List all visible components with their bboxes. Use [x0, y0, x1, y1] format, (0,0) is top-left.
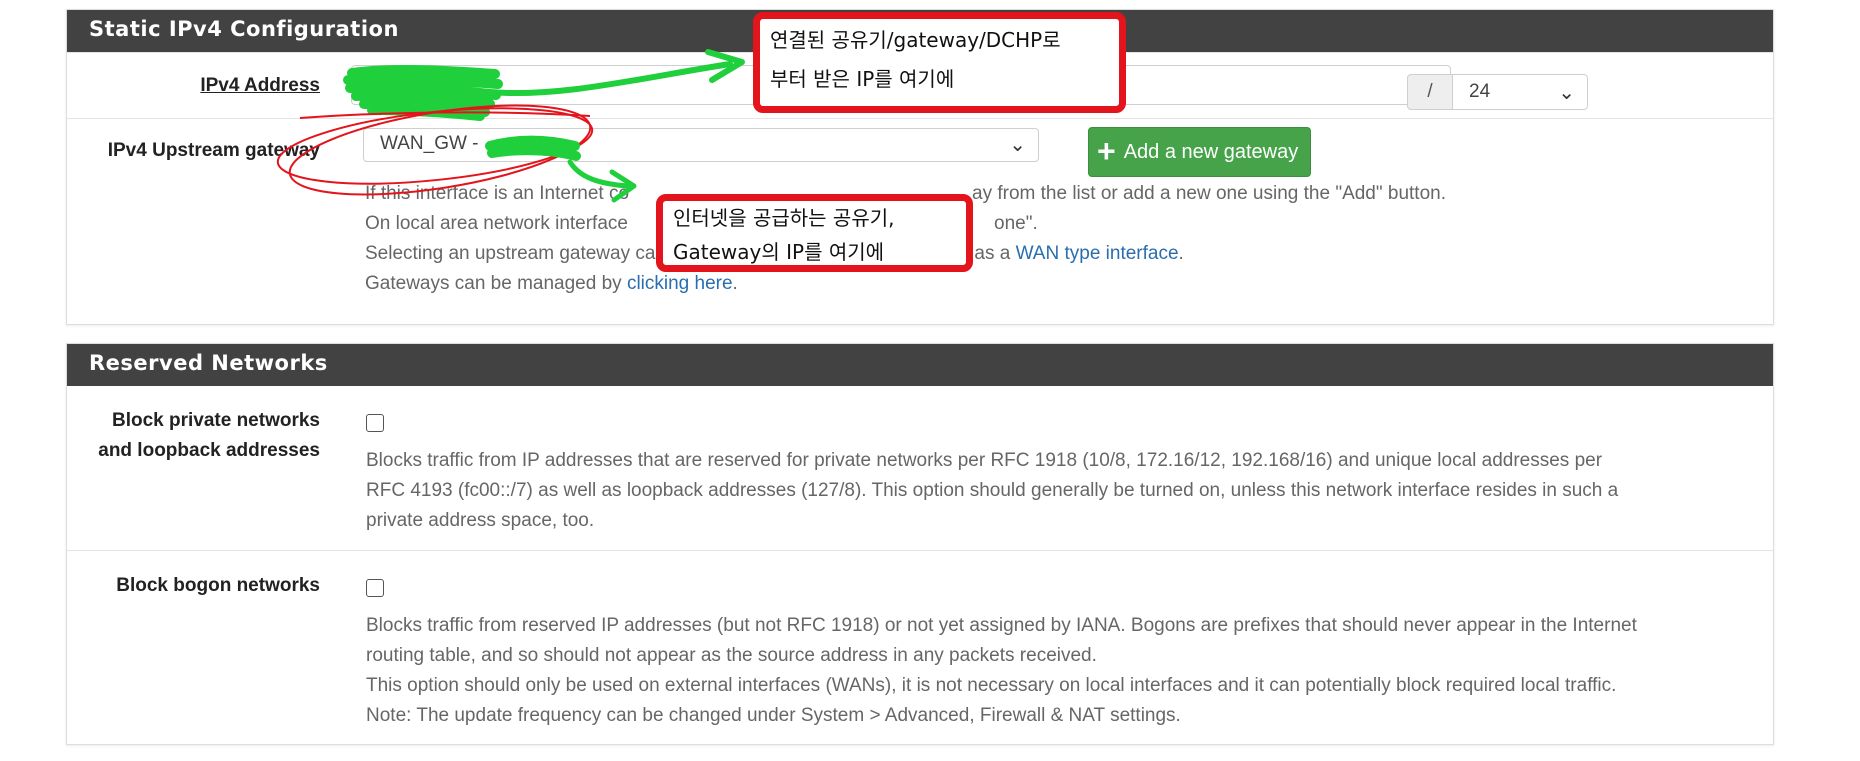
annotation-note-2-line1: 인터넷을 공급하는 공유기, [673, 206, 895, 230]
annotation-overlay [276, 49, 745, 203]
annotation-note-1-line2: 부터 받은 IP를 여기에 [770, 67, 955, 91]
annotation-note-2-line2: Gateway의 IP를 여기에 [673, 240, 885, 264]
annotation-note-1-line1: 연결된 공유기/gateway/DCHP로 [770, 28, 1061, 52]
annotation-arrow-green-2 [567, 159, 637, 203]
annotation-arrow-green-1 [487, 49, 745, 97]
annotation-note-2: 인터넷을 공급하는 공유기, Gateway의 IP를 여기에 [656, 194, 973, 272]
annotation-note-1: 연결된 공유기/gateway/DCHP로 부터 받은 IP를 여기에 [753, 12, 1126, 113]
redaction-scribble-green-2 [485, 135, 581, 161]
